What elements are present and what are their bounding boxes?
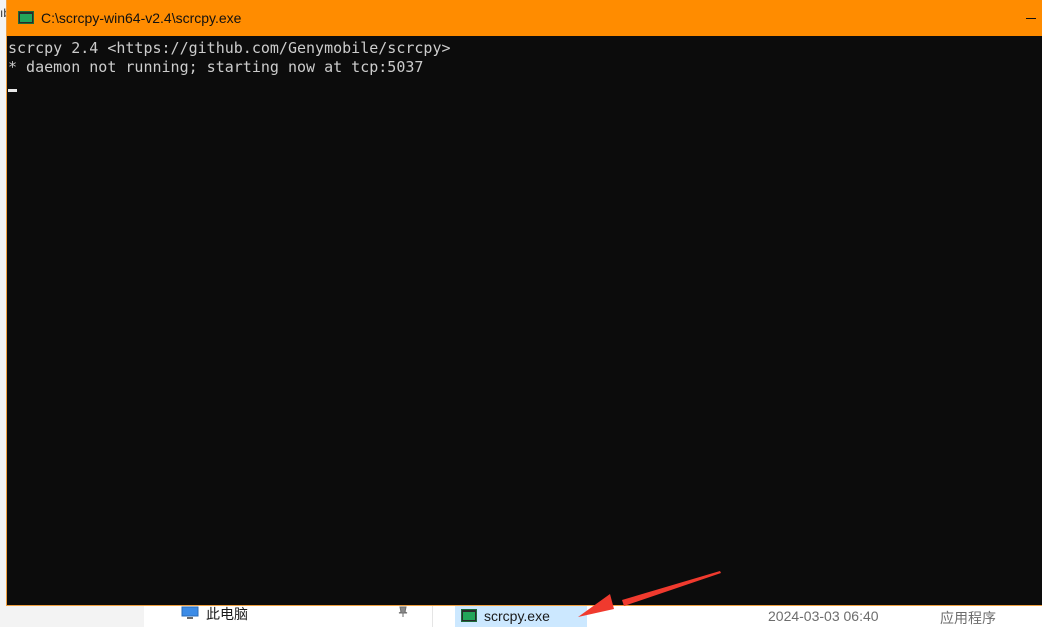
console-line: scrcpy 2.4 <https://github.com/Genymobil…: [8, 39, 451, 57]
text-cursor: [8, 89, 17, 92]
nav-item-this-pc[interactable]: 此电脑: [206, 604, 248, 624]
console-window[interactable]: C:\scrcpy-win64-v2.4\scrcpy.exe scrcpy 2…: [6, 0, 1042, 606]
minimize-button[interactable]: [1016, 0, 1042, 36]
pin-icon[interactable]: [397, 605, 409, 617]
console-output[interactable]: scrcpy 2.4 <https://github.com/Genymobil…: [8, 39, 451, 77]
file-date: 2024-03-03 06:40: [768, 608, 879, 624]
console-app-icon: [18, 11, 34, 24]
title-bar[interactable]: C:\scrcpy-win64-v2.4\scrcpy.exe: [7, 0, 1042, 36]
console-line: * daemon not running; starting now at tc…: [8, 58, 424, 76]
window-title: C:\scrcpy-win64-v2.4\scrcpy.exe: [41, 10, 242, 26]
console-app-icon: [461, 609, 477, 622]
file-name[interactable]: scrcpy.exe: [484, 608, 550, 624]
file-type: 应用程序: [940, 610, 996, 626]
computer-icon: [181, 606, 199, 619]
